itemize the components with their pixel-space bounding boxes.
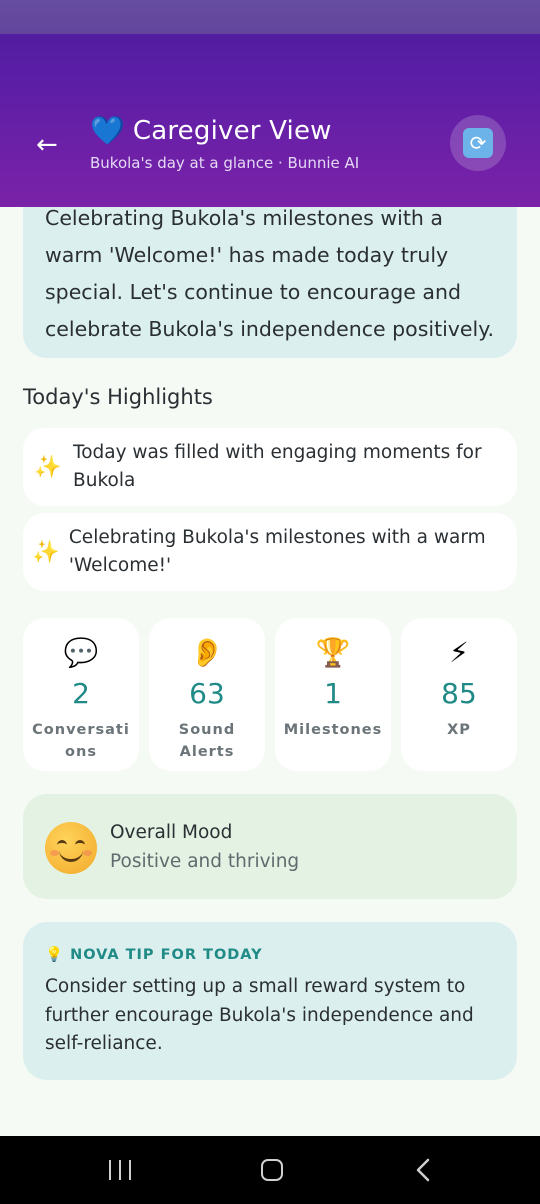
page-title: Caregiver View [132, 116, 332, 146]
home-button[interactable] [242, 1150, 302, 1190]
mood-value: Positive and thriving [110, 851, 300, 872]
lightbulb-icon: 💡 [45, 947, 65, 963]
chevron-left-icon [416, 1158, 430, 1182]
stat-card-xp: ⚡ 85 XP [401, 618, 517, 771]
refresh-button[interactable]: ⟳ [450, 115, 506, 171]
stat-label: Milestones [283, 722, 383, 738]
mood-card: Overall Mood Positive and thriving [23, 794, 517, 899]
system-back-button[interactable] [394, 1150, 454, 1190]
stat-value: 63 [189, 677, 225, 710]
highlight-item: ✨ Celebrating Bukola's milestones with a… [23, 513, 517, 591]
stat-label: Conversati ons [32, 722, 130, 760]
summary-text: Celebrating Bukola's milestones with a w… [45, 200, 495, 348]
summary-line: warm 'Welcome!' has made today truly [45, 243, 449, 267]
stat-value: 1 [324, 677, 342, 710]
stat-label: Sound Alerts [178, 722, 236, 760]
sparkles-icon: ✨ [32, 539, 60, 565]
stat-value: 2 [72, 677, 90, 710]
arrow-left-icon: ← [36, 130, 58, 160]
blue-heart-icon: 💙 [90, 114, 125, 147]
status-bar [0, 0, 540, 34]
tip-card: 💡 NOVA TIP FOR TODAY Consider setting up… [23, 922, 517, 1080]
stat-card-conversations: 💬 2 Conversati ons [23, 618, 139, 771]
tip-heading: NOVA TIP FOR TODAY [70, 946, 263, 963]
refresh-icon: ⟳ [463, 128, 493, 158]
lightning-icon: ⚡ [449, 636, 469, 669]
trophy-icon: 🏆 [315, 636, 351, 669]
smiling-face-icon [45, 822, 97, 874]
app-header: ← 💙 Caregiver View Bukola's day at a gla… [0, 0, 540, 207]
stat-card-milestones: 🏆 1 Milestones [275, 618, 391, 771]
highlight-text: Celebrating Bukola's milestones with a w… [68, 527, 486, 576]
ear-icon: 👂 [189, 636, 225, 669]
speech-bubble-icon: 💬 [63, 636, 99, 669]
screen: Celebrating Bukola's milestones with a w… [0, 0, 540, 1204]
header-title-group: 💙 Caregiver View Bukola's day at a glanc… [90, 114, 359, 172]
system-nav-bar [0, 1136, 540, 1204]
title-row: 💙 Caregiver View [90, 114, 359, 148]
highlight-item: ✨ Today was filled with engaging moments… [23, 428, 517, 506]
highlight-text: Today was filled with engaging moments f… [73, 442, 482, 491]
back-button[interactable]: ← [36, 130, 66, 160]
page-subtitle: Bukola's day at a glance · Bunnie AI [90, 154, 360, 172]
stat-card-sound-alerts: 👂 63 Sound Alerts [149, 618, 265, 771]
stat-label: XP [447, 722, 471, 738]
recent-apps-button[interactable] [90, 1150, 150, 1190]
home-icon [261, 1159, 283, 1181]
mood-title: Overall Mood [110, 822, 233, 843]
tip-body: Consider setting up a small reward syste… [45, 976, 474, 1054]
highlights-title: Today's Highlights [23, 385, 213, 409]
tip-heading-row: 💡 NOVA TIP FOR TODAY [45, 946, 495, 964]
summary-line: special. Let's continue to encourage and [45, 280, 461, 304]
sparkles-icon: ✨ [34, 454, 62, 480]
summary-line: celebrate Bukola's independence positive… [45, 317, 494, 341]
stat-value: 85 [441, 677, 477, 710]
